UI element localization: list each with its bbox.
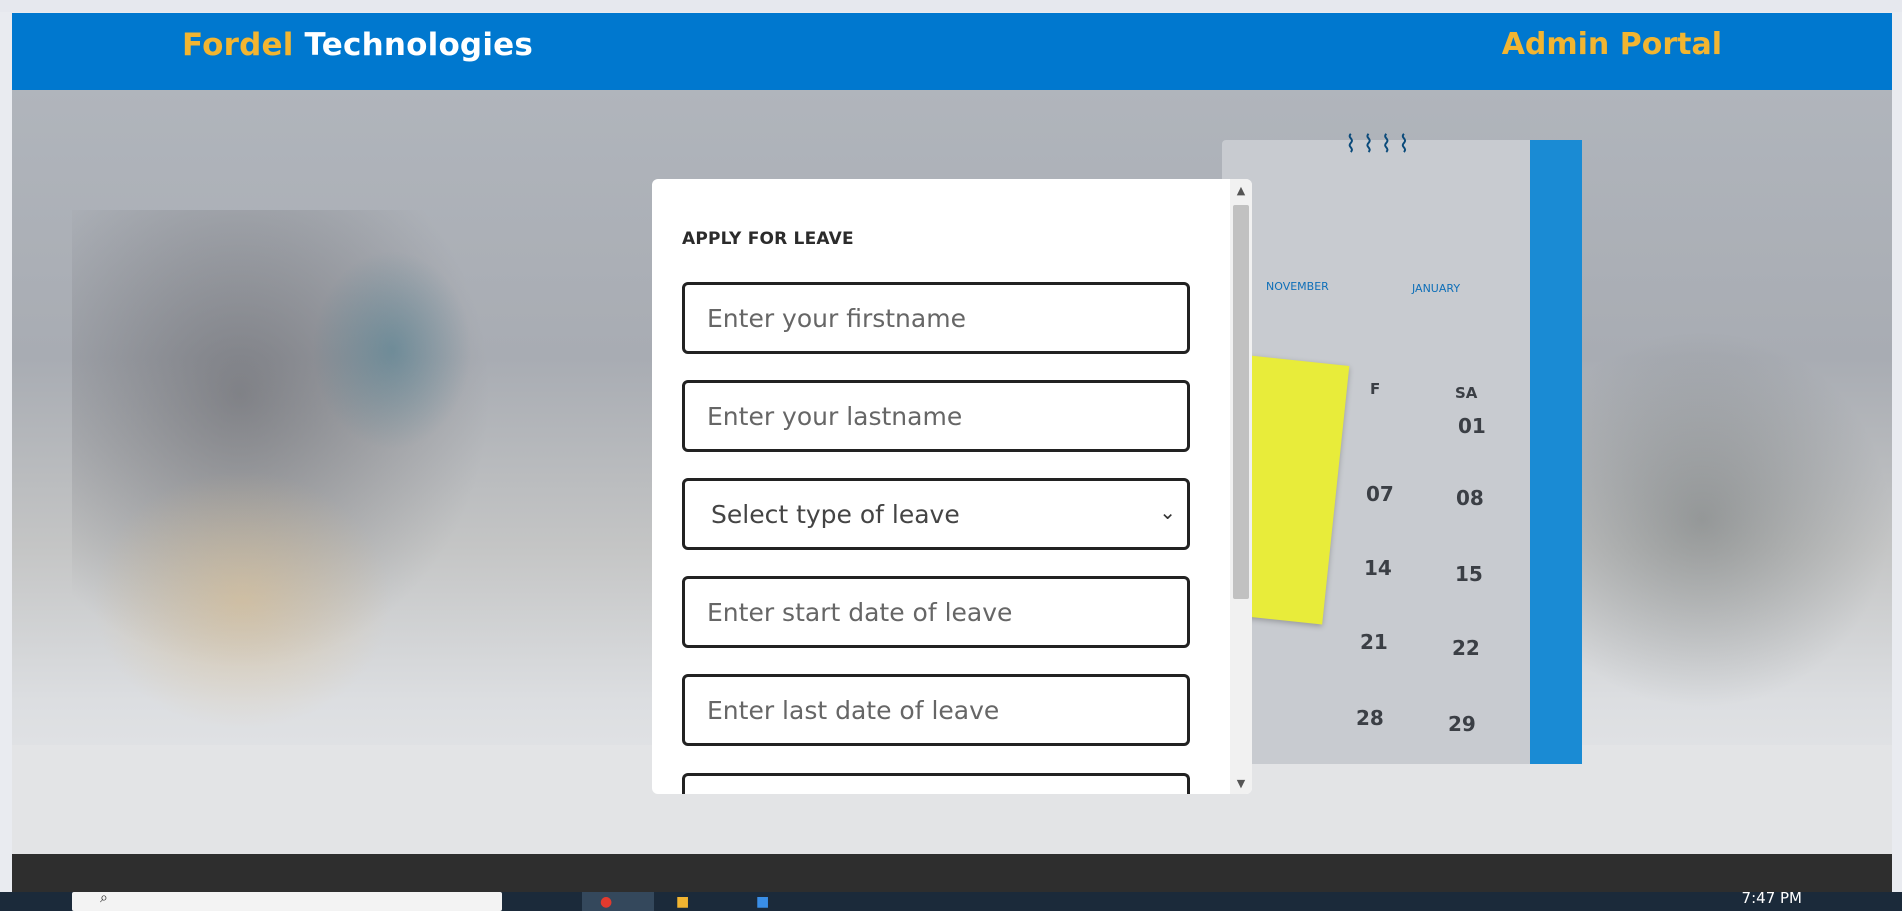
calendar-date: 07 bbox=[1366, 482, 1394, 506]
browser-icon[interactable]: ● bbox=[600, 894, 612, 911]
calendar-month-november: NOVEMBER bbox=[1266, 280, 1329, 293]
scroll-up-arrow-icon[interactable]: ▲ bbox=[1230, 179, 1252, 201]
calendar-date: 14 bbox=[1364, 556, 1392, 580]
calendar-day-header: SA bbox=[1455, 384, 1478, 402]
lastname-input[interactable] bbox=[682, 380, 1190, 452]
calendar-day-header: F bbox=[1370, 380, 1381, 398]
calendar-date: 22 bbox=[1452, 636, 1480, 660]
scroll-thumb[interactable] bbox=[1233, 205, 1249, 599]
store-icon[interactable]: ■ bbox=[756, 894, 769, 911]
firstname-input[interactable] bbox=[682, 282, 1190, 354]
calendar-date: 15 bbox=[1455, 562, 1483, 586]
calendar-date: 28 bbox=[1356, 706, 1384, 730]
end-date-input[interactable] bbox=[682, 674, 1190, 746]
calendar-month-january: JANUARY bbox=[1412, 282, 1461, 295]
taskbar-search-box[interactable] bbox=[72, 892, 502, 911]
scroll-down-arrow-icon[interactable]: ▼ bbox=[1230, 772, 1252, 794]
site-footer bbox=[12, 854, 1892, 892]
chevron-down-icon: ⌄ bbox=[1159, 500, 1176, 524]
leave-application-card: APPLY FOR LEAVE Select type of leave ⌄ ▲… bbox=[652, 179, 1252, 794]
site-header: Fordel Technologies Admin Portal bbox=[12, 13, 1892, 90]
calendar-date: 01 bbox=[1458, 414, 1486, 438]
city-blur-warm bbox=[92, 470, 392, 730]
calendar-date: 21 bbox=[1360, 630, 1388, 654]
brand-second-word: Technologies bbox=[304, 27, 534, 63]
brand-logo[interactable]: Fordel Technologies bbox=[182, 27, 533, 63]
admin-portal-link[interactable]: Admin Portal bbox=[1502, 27, 1722, 62]
calendar-date: 29 bbox=[1448, 712, 1476, 736]
leave-type-select[interactable]: Select type of leave ⌄ bbox=[682, 478, 1190, 550]
taskbar-clock[interactable]: 7:47 PM bbox=[1742, 892, 1802, 907]
taskbar-active-app[interactable] bbox=[582, 892, 654, 911]
browser-top-strip bbox=[0, 0, 1902, 12]
folder-icon[interactable]: ■ bbox=[676, 894, 689, 911]
calendar-stand bbox=[1530, 140, 1582, 764]
brand-first-word: Fordel bbox=[182, 27, 294, 63]
calendar-rings-icon: ⌇⌇⌇⌇ bbox=[1345, 130, 1416, 158]
calendar-date: 08 bbox=[1456, 486, 1484, 510]
search-icon: ⌕ bbox=[100, 892, 108, 906]
start-date-input[interactable] bbox=[682, 576, 1190, 648]
leave-type-select-value[interactable]: Select type of leave bbox=[682, 478, 1190, 550]
next-field-partial[interactable] bbox=[682, 773, 1190, 794]
os-taskbar: ⌕ ● ■ ■ 7:47 PM bbox=[0, 892, 1902, 911]
card-scrollbar[interactable]: ▲ ▼ bbox=[1230, 179, 1252, 794]
city-blur-tower bbox=[312, 250, 472, 450]
form-title: APPLY FOR LEAVE bbox=[682, 229, 854, 249]
